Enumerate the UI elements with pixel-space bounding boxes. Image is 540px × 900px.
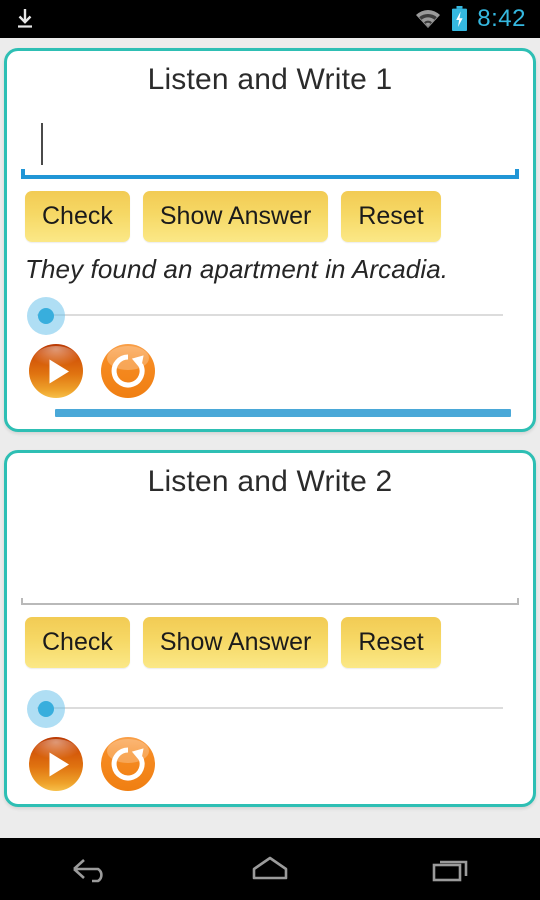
back-button[interactable]: [40, 838, 140, 900]
play-button-2[interactable]: [27, 736, 85, 794]
android-navigation-bar: [0, 838, 540, 900]
exercise-card-2: Listen and Write 2 Check Show Answer Res…: [4, 450, 536, 807]
answer-input-1[interactable]: [21, 117, 519, 175]
show-answer-button-2[interactable]: Show Answer: [142, 617, 329, 668]
exercise-scroll-list[interactable]: Listen and Write 1 Check Show Answer Res…: [0, 38, 540, 838]
wifi-icon: [414, 8, 442, 30]
seekbar-thumb[interactable]: [27, 297, 65, 335]
device-screen: 8:42 Listen and Write 1 Check Show Answe…: [0, 0, 540, 900]
media-controls-2: [7, 732, 533, 796]
recents-button[interactable]: [400, 838, 500, 900]
reset-button-1[interactable]: Reset: [341, 191, 441, 242]
card-title-1: Listen and Write 1: [147, 63, 393, 96]
back-icon: [68, 852, 112, 886]
battery-charging-icon: [451, 6, 468, 32]
home-icon: [246, 852, 294, 886]
text-caret: [41, 123, 43, 165]
status-bar: 8:42: [0, 0, 540, 38]
replay-button-1[interactable]: [99, 343, 157, 401]
action-button-row-1: Check Show Answer Reset: [7, 179, 533, 242]
play-button-1[interactable]: [27, 343, 85, 401]
audio-seekbar-1[interactable]: [19, 291, 521, 339]
answer-field-2[interactable]: [21, 519, 519, 605]
status-bar-clock: 8:42: [477, 5, 526, 32]
home-button[interactable]: [220, 838, 320, 900]
revealed-answer-text-1: They found an apartment in Arcadia.: [25, 254, 449, 284]
answer-field-1[interactable]: [21, 117, 519, 179]
audio-seekbar-2[interactable]: [19, 684, 521, 732]
input-underline-focused: [21, 169, 519, 179]
audio-progress-1: [55, 409, 511, 417]
seekbar-thumb[interactable]: [27, 690, 65, 728]
media-controls-1: [7, 339, 533, 403]
check-button-2[interactable]: Check: [25, 617, 130, 668]
answer-input-2[interactable]: [21, 519, 519, 601]
seekbar-track: [37, 707, 503, 709]
input-underline-idle: [21, 598, 519, 605]
download-icon: [14, 7, 36, 31]
exercise-card-1: Listen and Write 1 Check Show Answer Res…: [4, 48, 536, 432]
seekbar-track: [37, 314, 503, 316]
progress-fill: [55, 409, 511, 417]
check-button-1[interactable]: Check: [25, 191, 130, 242]
action-button-row-2: Check Show Answer Reset: [7, 605, 533, 668]
reset-button-2[interactable]: Reset: [341, 617, 441, 668]
show-answer-button-1[interactable]: Show Answer: [142, 191, 329, 242]
replay-button-2[interactable]: [99, 736, 157, 794]
status-bar-right: 8:42: [414, 5, 526, 33]
status-bar-left: [14, 7, 36, 31]
card-title-2: Listen and Write 2: [147, 465, 393, 498]
recents-icon: [427, 852, 473, 886]
